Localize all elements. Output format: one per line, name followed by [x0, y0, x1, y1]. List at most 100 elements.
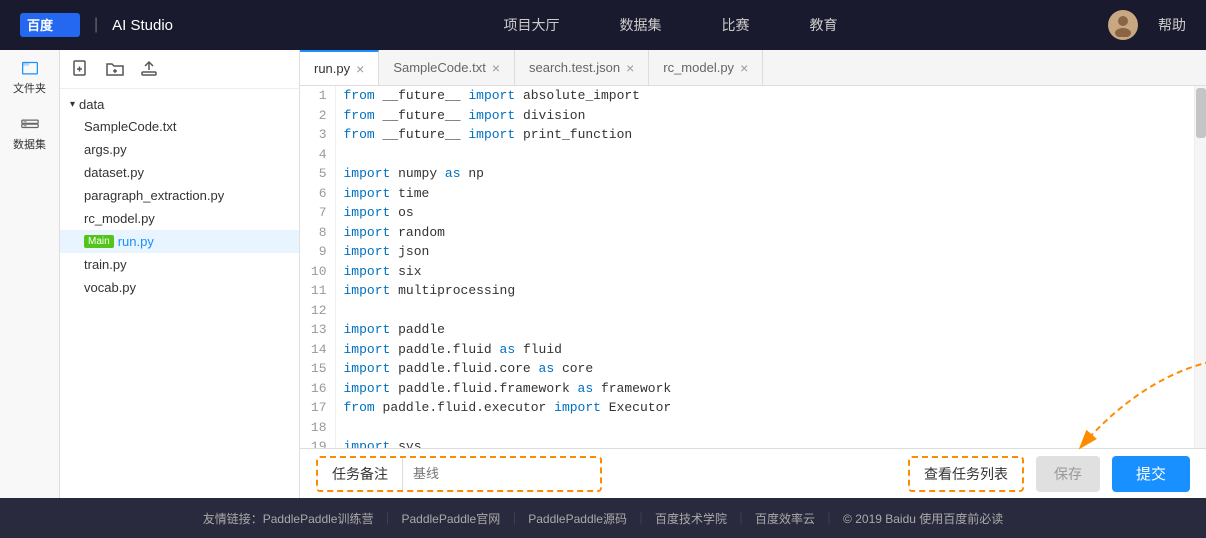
footer-copyright: © 2019 Baidu 使用百度前必读	[843, 510, 1003, 527]
filename-args: args.py	[84, 142, 127, 157]
tab-rcmodel-label: rc_model.py	[663, 60, 734, 75]
file-paragraph[interactable]: paragraph_extraction.py	[60, 184, 299, 207]
table-row: 4	[300, 145, 1206, 165]
submit-button[interactable]: 提交	[1112, 456, 1190, 492]
help-link[interactable]: 帮助	[1158, 15, 1186, 35]
tab-run-py-close[interactable]: ×	[356, 62, 364, 76]
nav-datasets[interactable]: 数据集	[620, 15, 662, 35]
upload-button[interactable]	[138, 58, 160, 80]
sidebar-dataset-icon[interactable]: 数据集	[12, 116, 48, 152]
table-row: 5import numpy as np	[300, 164, 1206, 184]
table-row: 19import sys	[300, 437, 1206, 448]
footer-sep-1: ｜	[508, 510, 520, 527]
table-row: 1from __future__ import absolute_import	[300, 86, 1206, 106]
file-rcmodel[interactable]: rc_model.py	[60, 207, 299, 230]
sidebar-file-icon[interactable]: 文件夹	[12, 60, 48, 96]
file-panel: ▾ data SampleCode.txt args.py dataset.py…	[60, 50, 300, 498]
folder-name: data	[79, 97, 104, 112]
scrollbar-thumb[interactable]	[1196, 88, 1206, 138]
scrollbar-track[interactable]	[1194, 86, 1206, 448]
svg-text:百度: 百度	[27, 18, 54, 33]
tab-search-json-label: search.test.json	[529, 60, 620, 75]
bottom-bar: 任务备注 查看任务列表 保存 提交	[300, 448, 1206, 498]
task-note-label[interactable]: 任务备注	[318, 458, 403, 490]
main-badge: Main	[84, 235, 114, 248]
table-row: 14import paddle.fluid as fluid	[300, 340, 1206, 360]
footer-link-4[interactable]: 百度效率云	[755, 510, 815, 527]
folder-data[interactable]: ▾ data	[60, 94, 299, 115]
tab-run-py[interactable]: run.py ×	[300, 50, 379, 86]
table-row: 7import os	[300, 203, 1206, 223]
tab-search-json[interactable]: search.test.json ×	[515, 50, 649, 86]
table-row: 13import paddle	[300, 320, 1206, 340]
bottom-bar-wrapper: 任务备注 查看任务列表 保存 提交	[300, 448, 1206, 498]
footer-prefix: 友情链接：	[203, 510, 263, 527]
tab-rcmodel-close[interactable]: ×	[740, 61, 748, 75]
user-avatar[interactable]	[1108, 10, 1138, 40]
footer-sep-3: ｜	[735, 510, 747, 527]
file-args[interactable]: args.py	[60, 138, 299, 161]
file-toolbar	[60, 50, 299, 89]
table-row: 17from paddle.fluid.executor import Exec…	[300, 398, 1206, 418]
footer: 友情链接： PaddlePaddle训练营 ｜ PaddlePaddle官网 ｜…	[0, 498, 1206, 538]
code-table: 1from __future__ import absolute_import …	[300, 86, 1206, 448]
table-row: 10import six	[300, 262, 1206, 282]
table-row: 15import paddle.fluid.core as core	[300, 359, 1206, 379]
filename-paragraph: paragraph_extraction.py	[84, 188, 224, 203]
table-row: 11import multiprocessing	[300, 281, 1206, 301]
filename-rcmodel: rc_model.py	[84, 211, 155, 226]
table-row: 2from __future__ import division	[300, 106, 1206, 126]
sidebar: 文件夹 数据集	[0, 50, 60, 498]
logo-divider: |	[94, 16, 98, 34]
baseline-input[interactable]	[403, 458, 600, 490]
nav-competition[interactable]: 比赛	[722, 15, 750, 35]
file-dataset[interactable]: dataset.py	[60, 161, 299, 184]
footer-link-2[interactable]: PaddlePaddle源码	[528, 510, 627, 527]
baidu-logo: 百度	[20, 13, 80, 37]
new-folder-button[interactable]	[104, 58, 126, 80]
table-row: 12	[300, 301, 1206, 321]
task-input-group: 任务备注	[316, 456, 602, 492]
tab-search-json-close[interactable]: ×	[626, 61, 634, 75]
new-file-button[interactable]	[70, 58, 92, 80]
main-layout: 文件夹 数据集	[0, 50, 1206, 498]
logo-area: 百度 | AI Studio	[20, 13, 173, 37]
nav-education[interactable]: 教育	[810, 15, 838, 35]
footer-link-1[interactable]: PaddlePaddle官网	[401, 510, 500, 527]
filename-samplecode: SampleCode.txt	[84, 119, 177, 134]
table-row: 8import random	[300, 223, 1206, 243]
code-container[interactable]: 1from __future__ import absolute_import …	[300, 86, 1206, 448]
filename-dataset: dataset.py	[84, 165, 144, 180]
tab-samplecode-label: SampleCode.txt	[393, 60, 486, 75]
save-button[interactable]: 保存	[1036, 456, 1100, 492]
tab-run-py-label: run.py	[314, 61, 350, 76]
nav-right: 帮助	[1108, 10, 1186, 40]
editor-area: run.py × SampleCode.txt × search.test.js…	[300, 50, 1206, 498]
table-row: 18	[300, 418, 1206, 438]
nav-projects[interactable]: 项目大厅	[504, 15, 560, 35]
file-train[interactable]: train.py	[60, 253, 299, 276]
file-run[interactable]: Main run.py	[60, 230, 299, 253]
table-row: 9import json	[300, 242, 1206, 262]
footer-link-0[interactable]: PaddlePaddle训练营	[263, 510, 374, 527]
table-row: 6import time	[300, 184, 1206, 204]
footer-link-3[interactable]: 百度技术学院	[655, 510, 727, 527]
tab-rcmodel[interactable]: rc_model.py ×	[649, 50, 763, 86]
tab-samplecode-close[interactable]: ×	[492, 61, 500, 75]
filename-run: run.py	[118, 234, 154, 249]
folder-arrow: ▾	[70, 99, 75, 110]
footer-sep-4: ｜	[823, 510, 835, 527]
footer-sep-0: ｜	[381, 510, 393, 527]
file-samplecode[interactable]: SampleCode.txt	[60, 115, 299, 138]
tab-samplecode[interactable]: SampleCode.txt ×	[379, 50, 515, 86]
footer-sep-2: ｜	[635, 510, 647, 527]
file-tree: ▾ data SampleCode.txt args.py dataset.py…	[60, 89, 299, 498]
tabs-bar: run.py × SampleCode.txt × search.test.js…	[300, 50, 1206, 86]
ai-studio-label: AI Studio	[112, 17, 173, 34]
view-tasks-button[interactable]: 查看任务列表	[908, 456, 1024, 492]
table-row: 3from __future__ import print_function	[300, 125, 1206, 145]
nav-items: 项目大厅 数据集 比赛 教育	[233, 15, 1108, 35]
filename-vocab: vocab.py	[84, 280, 136, 295]
table-row: 16import paddle.fluid.framework as frame…	[300, 379, 1206, 399]
file-vocab[interactable]: vocab.py	[60, 276, 299, 299]
